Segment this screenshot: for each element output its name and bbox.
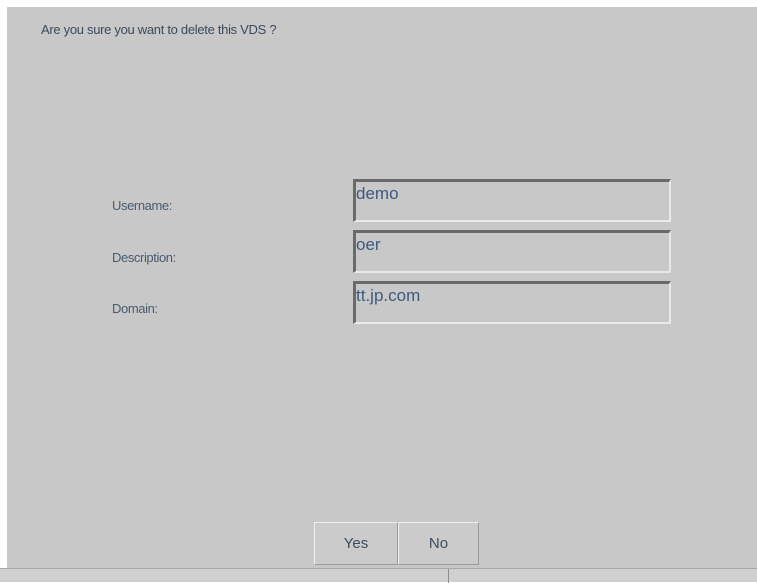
confirmation-message: Are you sure you want to delete this VDS… [41,22,277,37]
status-bar-divider [448,569,449,583]
username-field[interactable]: demo [353,179,671,222]
yes-button[interactable]: Yes [314,522,398,565]
no-button[interactable]: No [398,522,479,565]
domain-label: Domain: [112,301,158,316]
description-label: Description: [112,250,176,265]
delete-vds-dialog: Are you sure you want to delete this VDS… [7,7,757,582]
description-field[interactable]: oer [353,230,671,273]
username-label: Username: [112,198,172,213]
bottom-status-bar [0,568,757,583]
domain-field[interactable]: tt.jp.com [353,281,671,324]
